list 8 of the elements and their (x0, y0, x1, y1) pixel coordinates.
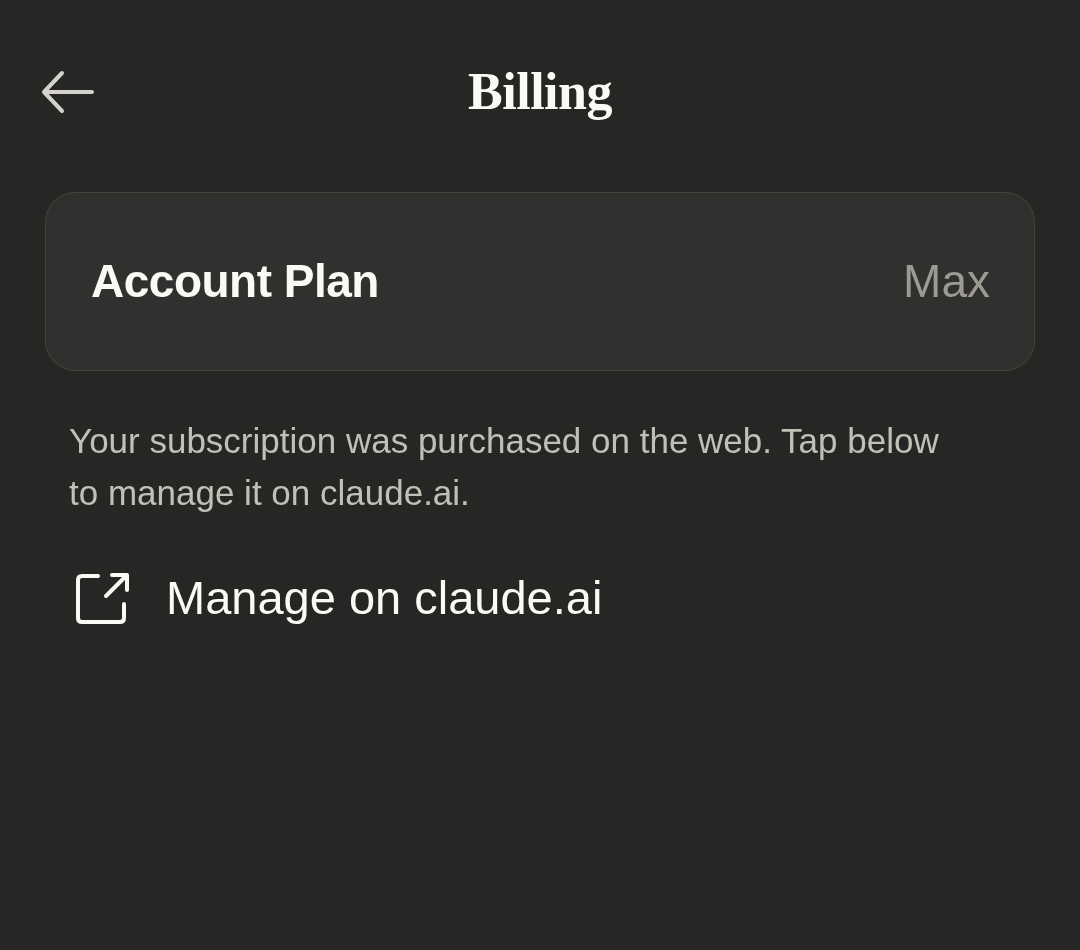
external-link-icon (76, 572, 130, 625)
plan-label: Account Plan (91, 254, 379, 309)
plan-value: Max (903, 254, 990, 309)
manage-link[interactable]: Manage on claude.ai (76, 563, 603, 634)
back-arrow-icon (41, 70, 95, 114)
back-button[interactable] (41, 70, 95, 114)
page-title: Billing (468, 66, 612, 118)
subscription-note: Your subscription was purchased on the web. Tap below to manage it on claude.ai. (69, 420, 940, 514)
